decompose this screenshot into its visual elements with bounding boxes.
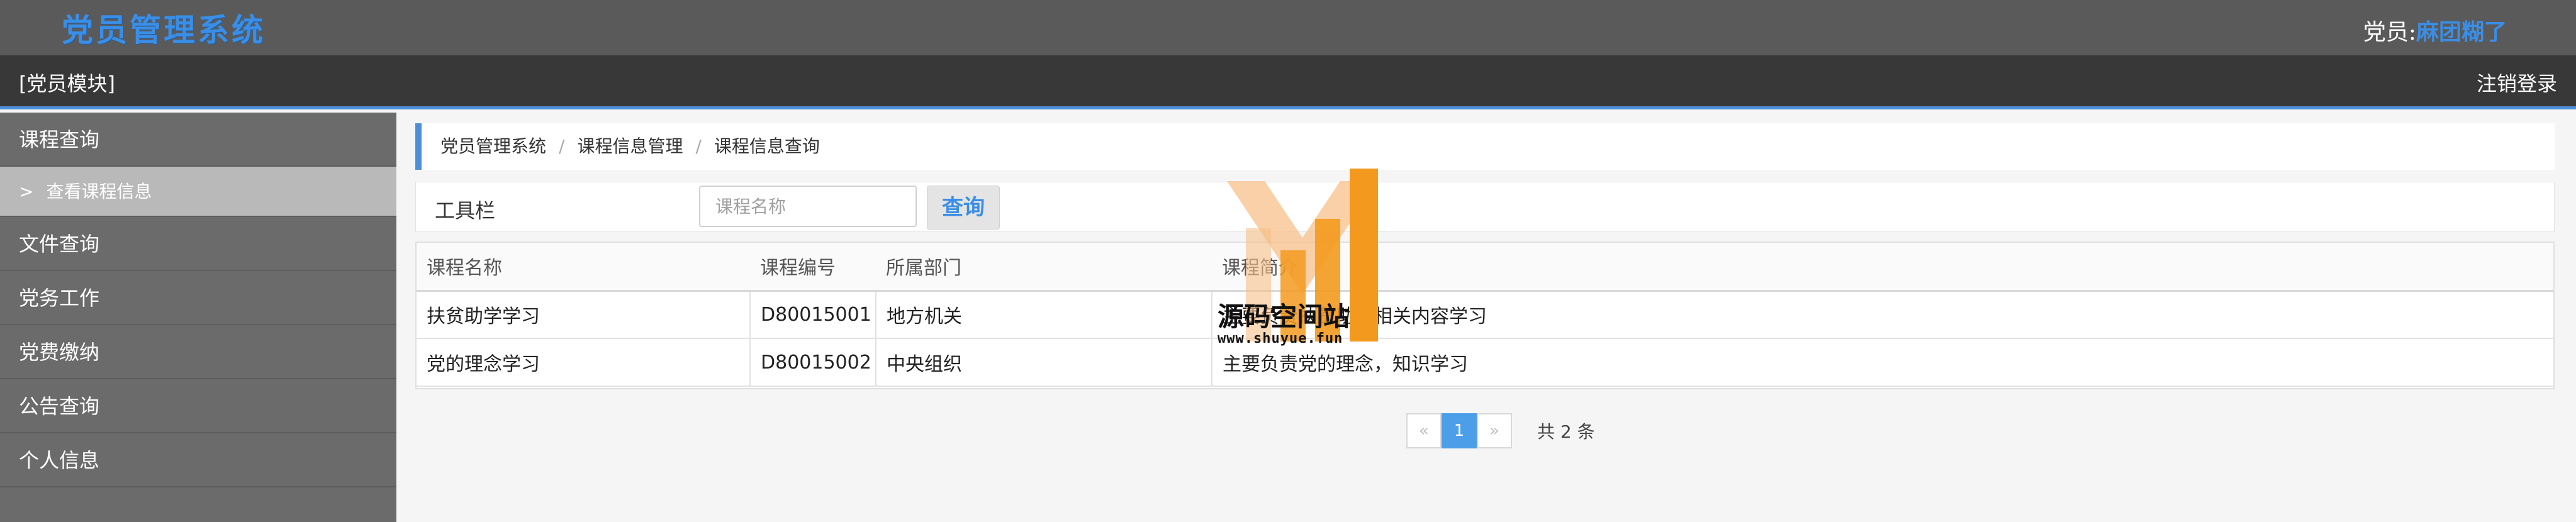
table-header-row: 课程名称 课程编号 所属部门 课程简介 [417, 243, 2553, 292]
total-count: 共 2 条 [1537, 421, 1595, 442]
cell-course-name: 党的理念学习 [417, 338, 751, 387]
breadcrumb: 党员管理系统 / 课程信息管理 / 课程信息查询 [415, 123, 2555, 170]
chevron-right-icon: > [19, 181, 34, 202]
breadcrumb-separator: / [695, 136, 702, 157]
table-row[interactable]: 扶贫助学学习 D80015001 地方机关 主要负责扶贫助学相关内容学习 [417, 289, 2553, 339]
column-header-course-name: 课程名称 [417, 243, 750, 292]
pagination: « 1 » 共 2 条 [1406, 413, 1595, 448]
module-bar: [党员模块] 注销登录 [0, 55, 2576, 109]
table-row[interactable]: 党的理念学习 D80015002 中央组织 主要负责党的理念，知识学习 [417, 338, 2553, 387]
cell-course-name: 扶贫助学学习 [417, 289, 751, 339]
breadcrumb-item-course-management[interactable]: 课程信息管理 [577, 136, 683, 157]
user-name-link[interactable]: 麻团糊了 [2416, 19, 2507, 45]
top-header: 党员管理系统 党员:麻团糊了 [0, 0, 2576, 55]
module-name: [党员模块] [19, 72, 115, 96]
breadcrumb-item-course-query: 课程信息查询 [714, 136, 820, 157]
cell-course-code: D80015001 [750, 289, 876, 339]
logout-button[interactable]: 注销登录 [2477, 68, 2557, 97]
page-number-button[interactable]: 1 [1442, 413, 1477, 448]
cell-course-intro: 主要负责党的理念，知识学习 [1212, 338, 2553, 387]
prev-page-button[interactable]: « [1406, 413, 1442, 448]
sidebar-item-announcements[interactable]: 公告查询 [0, 379, 396, 433]
user-info: 党员:麻团糊了 [2363, 14, 2507, 47]
course-table: 课程名称 课程编号 所属部门 课程简介 扶贫助学学习 D80015001 地方机… [415, 242, 2555, 389]
watermark-url-text: www.shuyue.fun [1218, 331, 1343, 347]
watermark-brand-text: 源码空间站 [1218, 301, 1350, 332]
course-name-search-input[interactable] [699, 186, 917, 227]
column-header-department: 所属部门 [876, 243, 1212, 292]
main-content: 党员管理系统 / 课程信息管理 / 课程信息查询 工具栏 查询 课程名称 课程编号 所属… [396, 113, 2576, 522]
sidebar-item-file-query[interactable]: 文件查询 [0, 217, 396, 271]
breadcrumb-separator: / [559, 136, 565, 157]
sidebar-item-party-work[interactable]: 党务工作 [0, 271, 396, 325]
search-button[interactable]: 查询 [927, 186, 1000, 230]
breadcrumb-item-system[interactable]: 党员管理系统 [440, 136, 546, 157]
sidebar-item-party-dues[interactable]: 党费缴纳 [0, 325, 396, 379]
column-header-course-intro: 课程简介 [1212, 243, 2553, 292]
sidebar: 课程查询 > 查看课程信息 文件查询 党务工作 党费缴纳 公告查询 个人信息 [0, 113, 396, 522]
cell-department: 地方机关 [876, 289, 1212, 339]
cell-course-code: D80015002 [750, 338, 876, 387]
sidebar-subitem-view-course-info[interactable]: > 查看课程信息 [0, 167, 396, 217]
next-page-button[interactable]: » [1477, 413, 1512, 448]
sidebar-item-course-query[interactable]: 课程查询 [0, 113, 396, 167]
toolbar-label: 工具栏 [435, 199, 496, 223]
user-label: 党员: [2363, 19, 2416, 45]
cell-course-intro: 主要负责扶贫助学相关内容学习 [1212, 289, 2553, 339]
app-title: 党员管理系统 [62, 11, 266, 48]
cell-department: 中央组织 [876, 338, 1212, 387]
column-header-course-code: 课程编号 [750, 243, 876, 292]
toolbar: 工具栏 查询 [415, 182, 2555, 232]
sidebar-subitem-label: 查看课程信息 [46, 181, 152, 202]
sidebar-item-personal-info[interactable]: 个人信息 [0, 433, 396, 487]
